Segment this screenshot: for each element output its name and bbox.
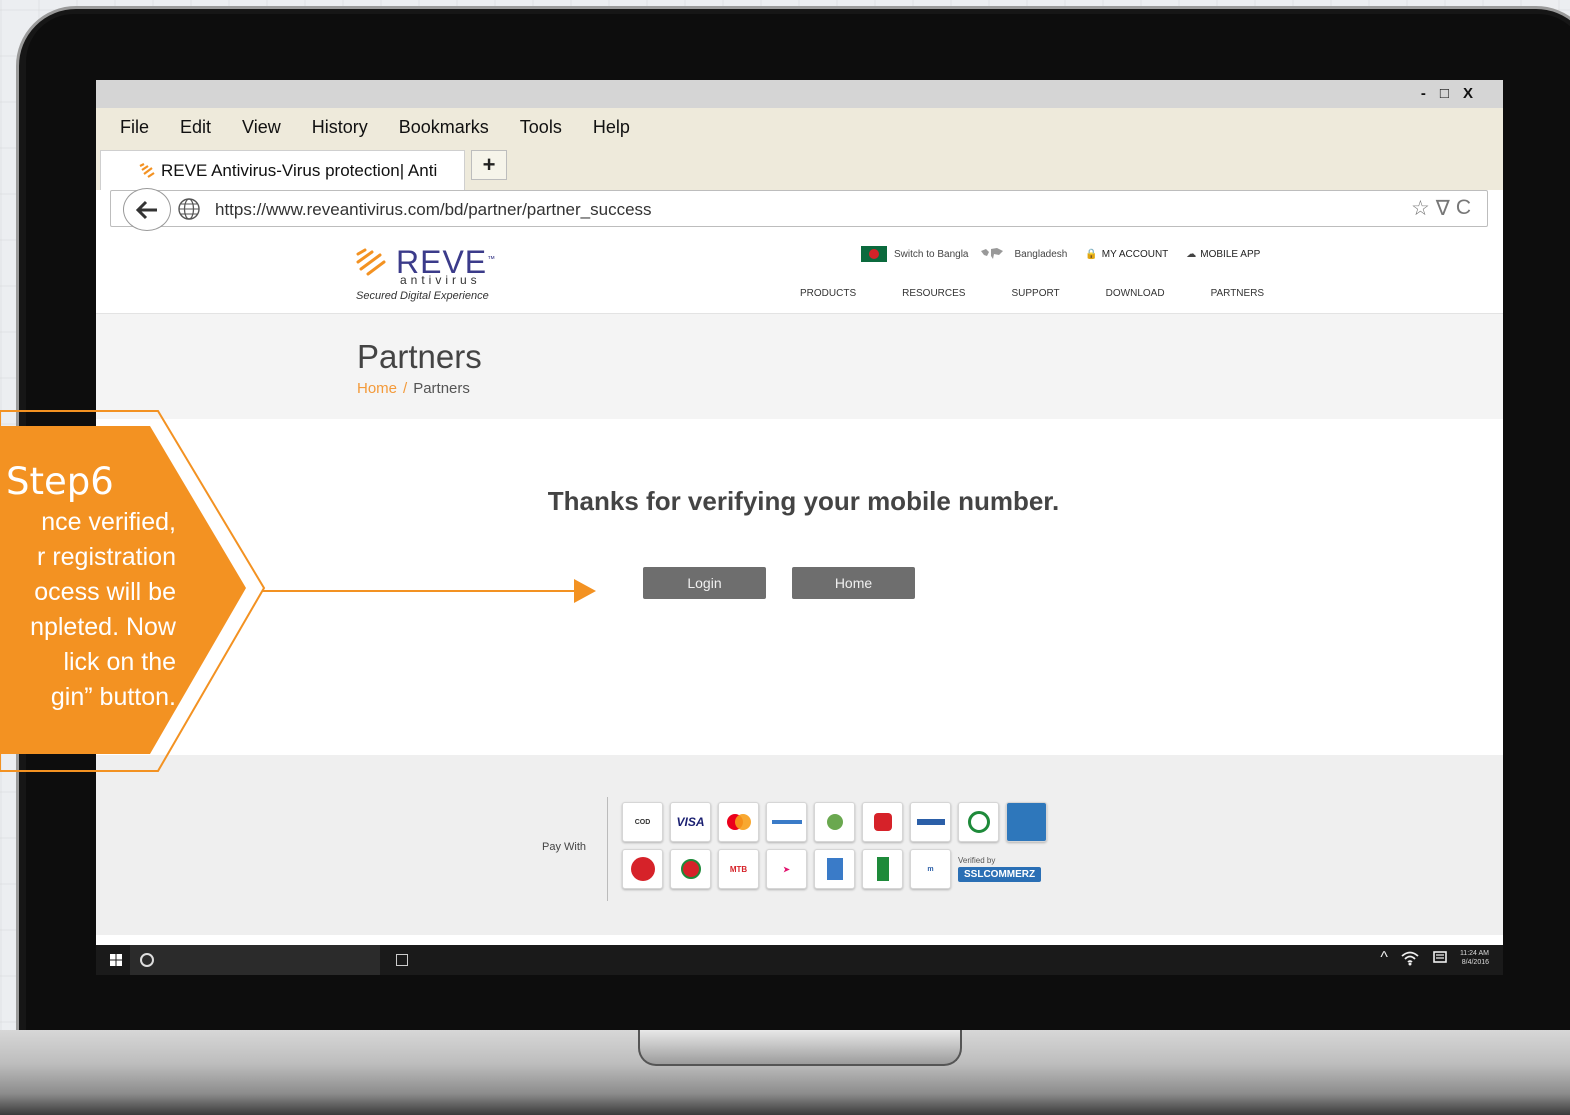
wifi-icon[interactable]: [1400, 950, 1420, 966]
mobile-app-link[interactable]: MOBILE APP: [1200, 249, 1260, 260]
window-controls: - □ X: [1421, 85, 1473, 102]
address-row: https://www.reveantivirus.com/bd/partner…: [96, 188, 1503, 231]
payment-methods: COD VISA MTB ➤ m Verified by SSLCOMMERZ: [622, 802, 1047, 889]
page-title: Partners: [357, 338, 482, 375]
close-button[interactable]: X: [1463, 85, 1473, 102]
window-titlebar: - □ X: [96, 80, 1503, 108]
menu-bookmarks[interactable]: Bookmarks: [399, 117, 489, 138]
menu-bar: File Edit View History Bookmarks Tools H…: [96, 108, 1503, 146]
browser-window: - □ X File Edit View History Bookmarks T…: [96, 80, 1503, 975]
breadcrumb: Home / Partners: [357, 380, 470, 397]
tab-strip: REVE Antivirus-Virus protection| Anti +: [96, 146, 1503, 190]
bank-stack-icon: [814, 849, 855, 889]
logo-tagline: Secured Digital Experience: [356, 290, 489, 302]
clock-date: 8/4/2016: [1461, 959, 1489, 966]
bank-green-bar-icon: [862, 849, 903, 889]
tab-title: REVE Antivirus-Virus protection| Anti: [161, 160, 438, 180]
cash-on-delivery-icon: COD: [622, 802, 663, 842]
chevron-up-icon[interactable]: ^: [1380, 949, 1388, 967]
cortana-icon: [140, 953, 154, 967]
islami-bank-icon: [958, 802, 999, 842]
bookmark-star-icon[interactable]: ☆: [1411, 196, 1430, 221]
maximize-button[interactable]: □: [1440, 85, 1449, 102]
menu-file[interactable]: File: [120, 117, 149, 138]
home-button[interactable]: Home: [792, 567, 915, 599]
site-header: REVE™ antivirus Secured Digital Experien…: [96, 230, 1503, 314]
main-content: Thanks for verifying your mobile number.…: [96, 419, 1503, 755]
url-text[interactable]: https://www.reveantivirus.com/bd/partner…: [215, 200, 652, 220]
mastercard-icon: [718, 802, 759, 842]
new-tab-button[interactable]: +: [471, 150, 507, 180]
tab-reve[interactable]: REVE Antivirus-Virus protection| Anti: [100, 150, 465, 190]
reload-icon[interactable]: C: [1456, 196, 1471, 221]
my-account-link[interactable]: MY ACCOUNT: [1102, 249, 1169, 260]
cloud-icon: ☁: [1186, 248, 1197, 260]
address-icons: ☆ ∇ C: [1411, 196, 1471, 221]
menu-help[interactable]: Help: [593, 117, 630, 138]
task-view-icon[interactable]: [396, 954, 408, 966]
search-box[interactable]: [130, 945, 380, 975]
main-nav: PRODUCTS RESOURCES SUPPORT DOWNLOAD PART…: [800, 288, 1310, 299]
pay-divider: [607, 797, 608, 901]
globe-icon: [178, 198, 200, 220]
nav-partners[interactable]: PARTNERS: [1211, 288, 1265, 299]
address-bar[interactable]: https://www.reveantivirus.com/bd/partner…: [110, 188, 1488, 231]
step-title: Step6: [6, 460, 114, 503]
menu-view[interactable]: View: [242, 117, 281, 138]
site-footer: Pay With COD VISA MTB ➤ m Verified by SS…: [96, 755, 1503, 935]
logo-subtitle: antivirus: [400, 273, 481, 287]
login-button[interactable]: Login: [643, 567, 766, 599]
nav-support[interactable]: SUPPORT: [1011, 288, 1059, 299]
top-nav: Switch to Bangla Bangladesh 🔒 MY ACCOUNT…: [861, 246, 1260, 262]
back-button[interactable]: [123, 188, 171, 231]
menu-edit[interactable]: Edit: [180, 117, 211, 138]
visa-icon: VISA: [670, 802, 711, 842]
bangladesh-flag-icon: [861, 246, 887, 262]
mtb-icon: MTB: [718, 849, 759, 889]
laptop-notch: [638, 1030, 962, 1066]
bank-green-icon: [670, 849, 711, 889]
back-arrow-icon: [135, 200, 157, 219]
page-banner: Partners Home / Partners: [96, 314, 1503, 419]
minimize-button[interactable]: -: [1421, 85, 1426, 102]
bank-red-circle-icon: [622, 849, 663, 889]
breadcrumb-home[interactable]: Home: [357, 380, 397, 397]
success-message: Thanks for verifying your mobile number.: [547, 486, 1060, 516]
dropdown-icon[interactable]: ∇: [1436, 196, 1450, 221]
ssl-name: SSLCOMMERZ: [958, 867, 1042, 882]
notification-icon[interactable]: [1432, 950, 1448, 966]
clock[interactable]: 11:24 AM 8/4/2016: [1460, 949, 1489, 967]
sslcommerz-badge: Verified by SSLCOMMERZ: [958, 849, 1047, 889]
reve-logo-mark-icon: [356, 248, 386, 276]
windows-start-icon[interactable]: [110, 954, 122, 966]
breadcrumb-current: Partners: [413, 380, 470, 397]
pay-with-label: Pay With: [542, 841, 587, 853]
callout-arrow-line: [262, 590, 578, 592]
ssl-verified-label: Verified by: [958, 856, 996, 865]
nav-products[interactable]: PRODUCTS: [800, 288, 856, 299]
country-selector[interactable]: Bangladesh: [1015, 249, 1068, 260]
amex-icon: [1006, 802, 1047, 842]
step-description: nce verified, r registration ocess will …: [30, 508, 176, 711]
nav-resources[interactable]: RESOURCES: [902, 288, 965, 299]
menu-history[interactable]: History: [312, 117, 368, 138]
system-tray: ^ 11:24 AM 8/4/2016: [1380, 949, 1489, 967]
switch-language-link[interactable]: Switch to Bangla: [894, 249, 969, 260]
bank-red-icon: [862, 802, 903, 842]
mcash-icon: m: [910, 849, 951, 889]
clock-time: 11:24 AM: [1459, 950, 1489, 957]
dbbl-icon: [814, 802, 855, 842]
breadcrumb-separator: /: [403, 380, 408, 397]
world-map-icon: [980, 248, 1003, 259]
menu-tools[interactable]: Tools: [520, 117, 562, 138]
bank-card-icon: [766, 802, 807, 842]
lock-icon: 🔒: [1085, 248, 1098, 260]
bank-blue-icon: [910, 802, 951, 842]
callout-arrow-head: [574, 579, 596, 603]
reve-favicon-icon: [139, 163, 155, 178]
bkash-icon: ➤: [766, 849, 807, 889]
nav-download[interactable]: DOWNLOAD: [1106, 288, 1165, 299]
taskbar: ^ 11:24 AM 8/4/2016: [96, 945, 1503, 975]
